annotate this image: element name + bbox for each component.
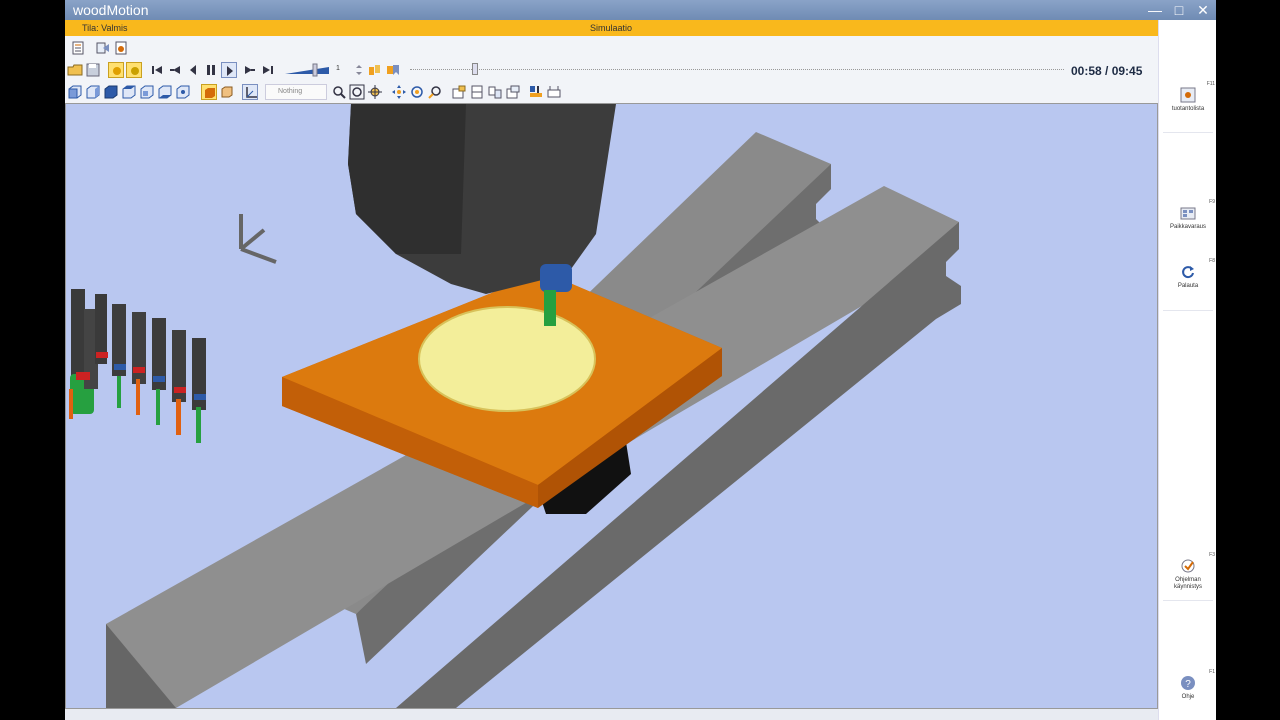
f8-key-label: F8 <box>1209 258 1215 264</box>
open-folder-icon[interactable] <box>67 62 83 78</box>
simulation-viewport[interactable] <box>65 103 1158 709</box>
axis-gizmo <box>239 214 277 264</box>
skip-end-icon[interactable] <box>260 62 276 78</box>
restore-button[interactable]: F8 Palauta <box>1159 258 1217 289</box>
status-bar: Tila: Valmis Simulaatio <box>65 20 1158 36</box>
zoom-in-icon[interactable] <box>367 84 383 100</box>
zoom-icon[interactable] <box>331 84 347 100</box>
sync-icon[interactable] <box>367 62 383 78</box>
wireframe-view-icon[interactable] <box>219 84 235 100</box>
reservation-label: Paikkavaraus <box>1169 224 1207 230</box>
svg-text:?: ? <box>1185 679 1191 690</box>
settings-icon[interactable] <box>113 40 129 56</box>
measure-icon[interactable] <box>451 84 467 100</box>
toolbar-top <box>65 37 1158 59</box>
skip-start-icon[interactable] <box>149 62 165 78</box>
pause-icon[interactable] <box>203 62 219 78</box>
close-button[interactable]: ✕ <box>1191 0 1215 20</box>
reservation-button[interactable]: F9 Paikkavaraus <box>1159 199 1217 230</box>
speed-value: 1 <box>336 65 340 72</box>
zoom-window-icon[interactable] <box>427 84 443 100</box>
toolbar-playback: 1 00:58 / 09:45 <box>65 59 1158 81</box>
machined-pocket <box>418 306 596 412</box>
play-reverse-icon[interactable] <box>185 62 201 78</box>
machine-scene <box>69 104 961 708</box>
production-list-icon <box>1180 87 1196 103</box>
step-back-icon[interactable] <box>167 62 183 78</box>
save-icon[interactable] <box>85 62 101 78</box>
view-left-icon[interactable] <box>121 84 137 100</box>
machine-icon[interactable] <box>528 84 544 100</box>
production-list-button[interactable]: F11 tuotantolista <box>1159 81 1217 112</box>
production-list-label: tuotantolista <box>1171 106 1205 112</box>
minimize-button[interactable]: — <box>1143 0 1167 20</box>
title-bar: woodMotion — □ ✕ <box>65 0 1216 20</box>
transform-icon[interactable] <box>95 40 111 56</box>
view-front-icon[interactable] <box>67 84 83 100</box>
timeline-slider[interactable] <box>410 69 1064 71</box>
status-state: Tila: Valmis <box>82 23 128 33</box>
tool-rack <box>69 289 206 443</box>
collision-icon[interactable] <box>487 84 503 100</box>
shaded-view-icon[interactable] <box>201 84 217 100</box>
report-icon[interactable] <box>505 84 521 100</box>
f9-key-label: F9 <box>1209 199 1215 205</box>
bookmark-icon[interactable] <box>385 62 401 78</box>
tool-holder <box>540 264 572 292</box>
side-divider <box>1163 132 1213 133</box>
program-start-button[interactable]: F3 Ohjelman käynnistys <box>1159 552 1217 591</box>
status-mode: Simulaatio <box>590 23 633 33</box>
help-label: Ohje <box>1181 694 1195 700</box>
reservation-icon <box>1180 205 1196 221</box>
app-title: woodMotion <box>73 2 149 18</box>
view-right-icon[interactable] <box>139 84 155 100</box>
program-start-icon <box>1180 558 1196 574</box>
side-panel: F11 tuotantolista F9 Paikkavaraus F8 Pal… <box>1158 20 1216 720</box>
spindle-head-shade <box>348 104 466 254</box>
record-toggle-icon[interactable] <box>108 62 124 78</box>
table-icon[interactable] <box>546 84 562 100</box>
speed-slider[interactable] <box>283 62 333 78</box>
section-icon[interactable] <box>469 84 485 100</box>
step-forward-icon[interactable] <box>242 62 258 78</box>
view-iso-icon[interactable] <box>175 84 191 100</box>
f1-key-label: F1 <box>1209 669 1215 675</box>
selection-filter-dropdown[interactable]: Nothing <box>265 84 327 100</box>
help-button[interactable]: F1 ? Ohje <box>1159 669 1217 700</box>
list-icon[interactable] <box>70 40 86 56</box>
bottom-bar <box>65 709 1158 720</box>
rotate-icon[interactable] <box>409 84 425 100</box>
side-divider <box>1163 310 1213 311</box>
restore-label: Palauta <box>1177 283 1199 289</box>
help-icon: ? <box>1180 675 1196 691</box>
cutting-tool <box>544 290 556 326</box>
camera-toggle-icon[interactable] <box>126 62 142 78</box>
toolbar-view: Nothing <box>65 81 1158 103</box>
maximize-button[interactable]: □ <box>1167 0 1191 20</box>
zoom-fit-icon[interactable] <box>349 84 365 100</box>
view-bottom-icon[interactable] <box>157 84 173 100</box>
app-window: woodMotion — □ ✕ Tila: Valmis Simulaatio… <box>65 0 1216 720</box>
f11-key-label: F11 <box>1206 81 1215 87</box>
view-back-icon[interactable] <box>85 84 101 100</box>
f3-key-label: F3 <box>1209 552 1215 558</box>
axis-icon[interactable] <box>242 84 258 100</box>
view-top-icon[interactable] <box>103 84 119 100</box>
restore-icon <box>1180 264 1196 280</box>
side-divider <box>1163 600 1213 601</box>
program-start-label: Ohjelman käynnistys <box>1173 577 1202 590</box>
spinner-icon[interactable] <box>351 62 367 78</box>
timeline-thumb[interactable] <box>472 63 479 75</box>
pan-icon[interactable] <box>391 84 407 100</box>
play-icon[interactable] <box>221 62 237 78</box>
time-readout: 00:58 / 09:45 <box>1071 64 1143 78</box>
